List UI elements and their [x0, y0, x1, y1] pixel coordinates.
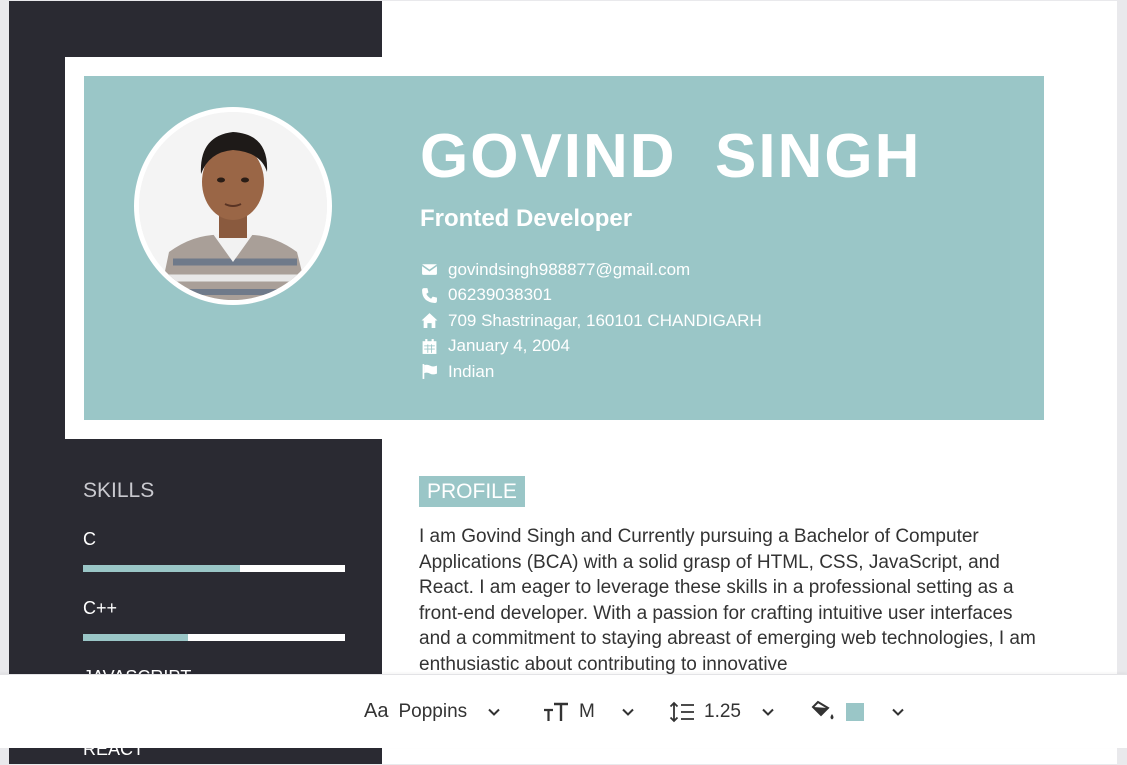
color-select[interactable]: [810, 675, 905, 748]
chevron-down-icon: [762, 708, 774, 716]
resume-page: GOVIND SINGH Fronted Developer govindsin…: [9, 1, 1117, 764]
contact-list: govindsingh988877@gmail.com 06239038301 …: [420, 257, 762, 385]
resume-header: GOVIND SINGH Fronted Developer govindsin…: [84, 76, 1044, 420]
skill-item: C: [83, 528, 345, 572]
contact-text: 06239038301: [448, 285, 553, 305]
phone-icon: [420, 286, 438, 304]
flag-icon: [420, 363, 438, 381]
home-icon: [420, 312, 438, 330]
line-spacing-select[interactable]: 1.25: [669, 675, 775, 748]
envelope-icon: [420, 261, 438, 279]
contact-text: Indian: [448, 361, 495, 381]
skill-name: C: [83, 529, 96, 549]
contact-phone: 06239038301: [420, 283, 762, 309]
font-size-value: M: [579, 700, 595, 722]
profile-text: I am Govind Singh and Currently pursuing…: [419, 526, 1036, 675]
calendar-icon: [420, 337, 438, 355]
text-size-icon: [544, 702, 568, 721]
font-icon: Aa: [364, 700, 389, 722]
font-family-select[interactable]: Aa Poppins: [364, 675, 501, 748]
resume-style-toolbar: Aa Poppins M 1.25: [0, 674, 1127, 748]
color-swatch: [846, 702, 864, 721]
chevron-down-icon: [488, 708, 500, 716]
contact-text: govindsingh988877@gmail.com: [448, 259, 691, 279]
contact-address: 709 Shastrinagar, 160101 CHANDIGARH: [420, 308, 762, 334]
contact-email: govindsingh988877@gmail.com: [420, 257, 762, 283]
skill-bar: [83, 634, 345, 641]
contact-text: January 4, 2004: [448, 336, 570, 356]
chevron-down-icon: [892, 708, 904, 716]
skill-name: C++: [83, 598, 118, 618]
profile-photo: [134, 107, 332, 305]
skill-bar: [83, 565, 345, 572]
line-spacing-icon: [669, 701, 694, 722]
resume-name: GOVIND SINGH: [420, 122, 922, 191]
contact-birthdate: January 4, 2004: [420, 334, 762, 360]
contact-nationality: Indian: [420, 359, 762, 385]
skills-heading: SKILLS: [83, 479, 155, 502]
font-family-value: Poppins: [398, 700, 468, 722]
paint-bucket-icon: [811, 700, 834, 719]
chevron-down-icon: [622, 708, 634, 716]
contact-text: 709 Shastrinagar, 160101 CHANDIGARH: [448, 310, 762, 330]
skill-item: C++: [83, 597, 345, 641]
font-size-select[interactable]: M: [543, 675, 635, 748]
profile-heading: PROFILE: [419, 476, 525, 507]
line-spacing-value: 1.25: [704, 700, 741, 722]
resume-job-title: Fronted Developer: [420, 205, 633, 232]
